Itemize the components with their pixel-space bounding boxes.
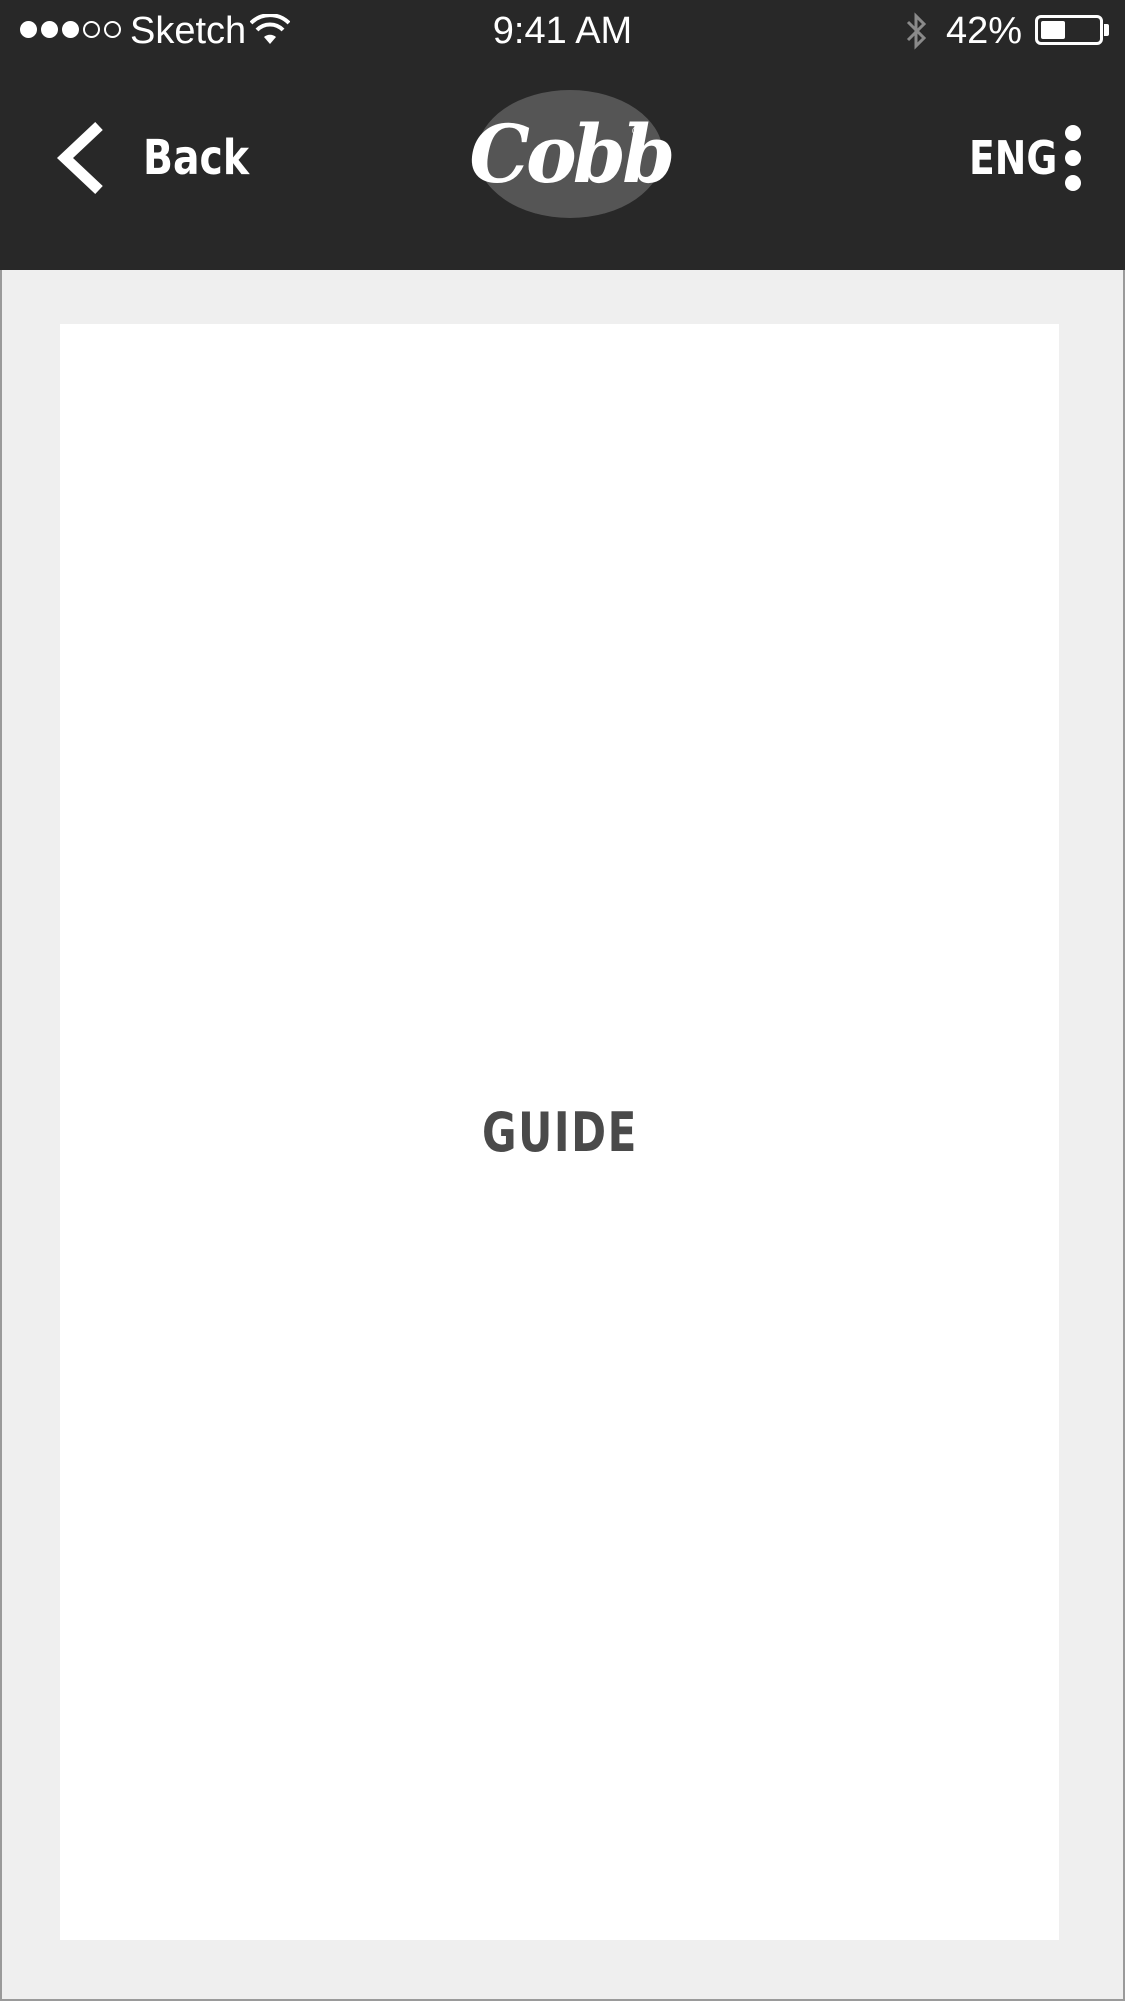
app-screen: Sketch 9:41 AM 42% Back Cobb ® ENG GUIDE [0,0,1125,2001]
status-bar: Sketch 9:41 AM 42% [0,0,1125,62]
guide-label: GUIDE [481,1100,638,1164]
registered-mark: ® [632,124,641,138]
battery-fill [1041,21,1065,39]
more-dot [1065,150,1081,166]
more-dot [1065,125,1081,141]
more-dot [1065,175,1081,191]
chevron-left-icon [56,121,103,195]
battery-icon [1035,15,1103,45]
guide-card[interactable]: GUIDE [60,324,1059,1940]
header: Sketch 9:41 AM 42% Back Cobb ® ENG [0,0,1125,270]
battery-nub [1104,24,1109,36]
battery-percentage: 42% [946,10,1023,52]
language-selector[interactable]: ENG [969,118,1057,198]
bluetooth-icon [906,12,927,50]
back-button[interactable]: Back [55,118,272,198]
back-label: Back [143,130,250,186]
logo-text: Cobb [468,107,675,201]
cobb-logo: Cobb ® [469,90,675,218]
more-vertical-icon[interactable] [1062,125,1084,191]
